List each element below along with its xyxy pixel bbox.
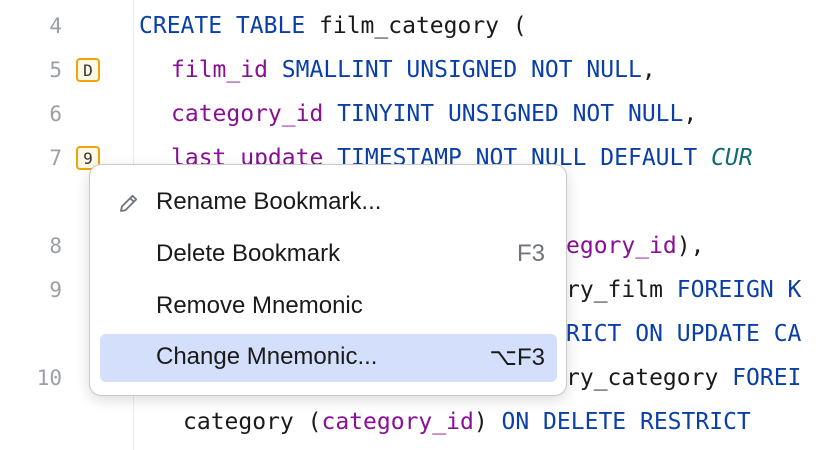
table-reference: category (: [183, 409, 322, 435]
table-name: film_category (: [305, 13, 527, 39]
column-name: film_id: [171, 57, 268, 83]
constraint-name: ry_category: [566, 365, 733, 391]
constraint-name: ry_film: [566, 277, 677, 303]
keyword: FOREIGN K: [676, 277, 802, 303]
line-number: 10: [36, 366, 62, 390]
column-name: category_id: [171, 101, 324, 127]
column-type: SMALLINT UNSIGNED NOT NULL: [267, 57, 642, 83]
menu-item-label: Change Mnemonic...: [156, 343, 378, 370]
punctuation: ): [473, 409, 502, 435]
code-line[interactable]: category (category_id) ON DELETE RESTRIC…: [183, 409, 751, 435]
code-line[interactable]: category_id TINYINT UNSIGNED NOT NULL,: [171, 101, 697, 127]
line-number: 9: [49, 278, 62, 302]
punctuation: ),: [676, 233, 705, 259]
code-line[interactable]: ry_category FOREI: [566, 365, 801, 391]
code-line[interactable]: CREATE TABLE film_category (: [139, 13, 527, 39]
code-line[interactable]: RICT ON UPDATE CA: [566, 321, 801, 347]
code-line[interactable]: egory_id),: [566, 233, 704, 259]
line-number: 5: [49, 58, 62, 82]
bookmark-badge[interactable]: D: [76, 58, 100, 82]
line-number: 8: [49, 234, 62, 258]
line-number: 6: [49, 102, 62, 126]
column-type: TINYINT UNSIGNED NOT NULL: [323, 101, 684, 127]
bookmark-context-menu: Rename Bookmark... Delete Bookmark F3 Re…: [89, 164, 567, 396]
menu-item-rename-bookmark[interactable]: Rename Bookmark...: [100, 179, 557, 227]
pencil-icon: [116, 190, 142, 216]
function-name: CUR: [711, 145, 753, 171]
keyword: ON DELETE RESTRICT: [501, 409, 751, 435]
menu-item-shortcut: ⌥F3: [489, 344, 545, 371]
punctuation: ,: [683, 101, 698, 127]
code-line[interactable]: ry_film FOREIGN K: [566, 277, 801, 303]
menu-item-label: Rename Bookmark...: [156, 188, 382, 215]
menu-item-label: Delete Bookmark: [156, 240, 341, 267]
column-name: category_id: [321, 409, 474, 435]
line-number: 4: [49, 14, 62, 38]
line-number: 7: [49, 146, 62, 170]
menu-item-shortcut: F3: [516, 240, 545, 267]
punctuation: ,: [641, 57, 656, 83]
menu-item-label: Remove Mnemonic: [156, 292, 363, 319]
menu-item-delete-bookmark[interactable]: Delete Bookmark F3: [100, 231, 557, 279]
menu-item-remove-mnemonic[interactable]: Remove Mnemonic: [100, 283, 557, 331]
column-name: egory_id: [566, 233, 677, 259]
code-line[interactable]: film_id SMALLINT UNSIGNED NOT NULL,: [171, 57, 656, 83]
keyword: RICT ON UPDATE CA: [566, 321, 802, 347]
menu-item-change-mnemonic[interactable]: Change Mnemonic... ⌥F3: [100, 334, 557, 382]
keyword: CREATE TABLE: [139, 13, 306, 39]
keyword: FOREI: [732, 365, 802, 391]
